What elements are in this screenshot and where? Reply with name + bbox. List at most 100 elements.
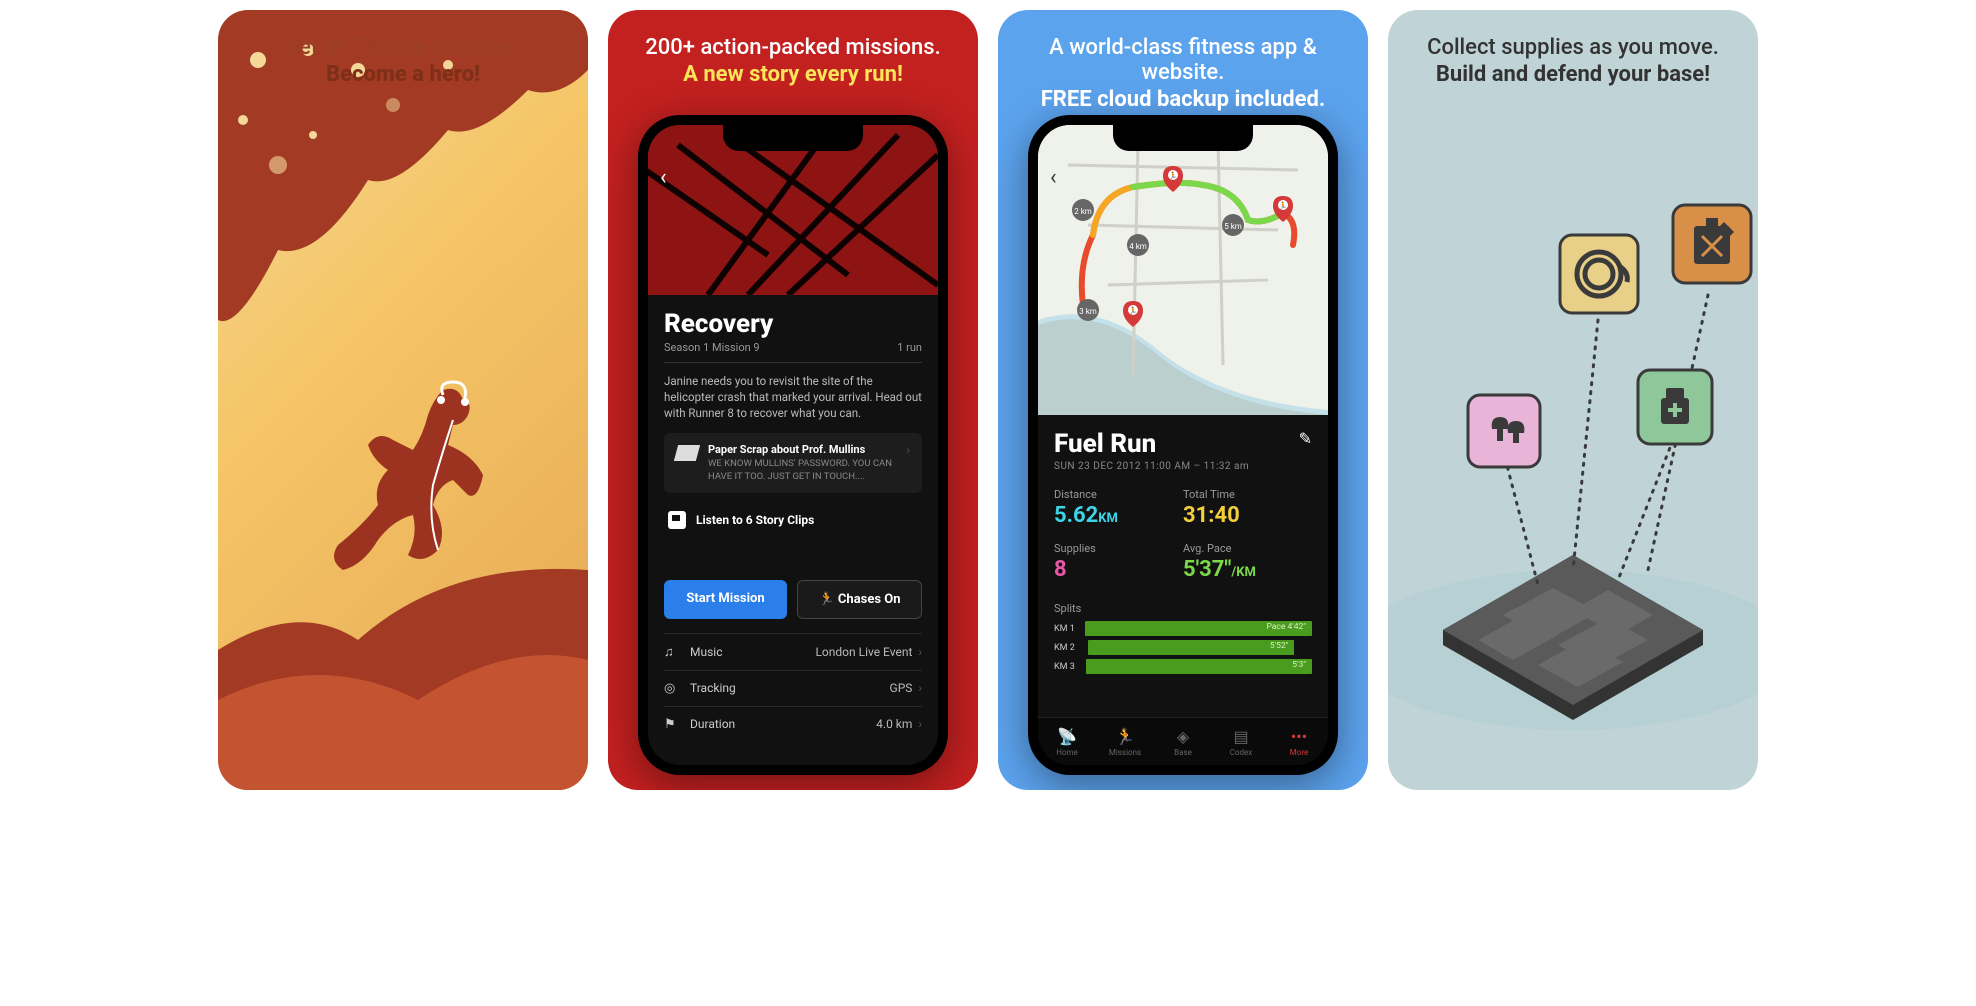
run-title: Fuel Run xyxy=(1054,429,1249,459)
distance-value: 5.62KM xyxy=(1054,503,1183,528)
promo-card-1: Get fit. Escape zombies. Become a hero! xyxy=(218,10,588,790)
split-pace: Pace 4'42" xyxy=(1266,622,1306,632)
svg-text:2 km: 2 km xyxy=(1074,207,1092,216)
mission-title: Recovery xyxy=(664,309,922,339)
distance-label: Distance xyxy=(1054,488,1183,501)
back-button[interactable]: ‹ xyxy=(1050,165,1057,190)
tab-home[interactable]: 📡 Home xyxy=(1038,718,1096,765)
chevron-right-icon: › xyxy=(906,443,910,457)
tab-missions[interactable]: 🏃 Missions xyxy=(1096,718,1154,765)
run-screen: 2 km 4 km 3 km 5 km 🏃 🏃 🏃 ‹ Fuel Run SU xyxy=(1038,125,1328,765)
split-row: KM 2 5'52" xyxy=(1054,640,1312,655)
card2-line2: A new story every run! xyxy=(628,62,958,87)
split-pace: 5'52" xyxy=(1270,641,1289,651)
settings-row[interactable]: ⚑ Duration4.0 km › xyxy=(664,706,922,742)
row-value: GPS xyxy=(890,681,913,695)
run-map[interactable]: 2 km 4 km 3 km 5 km 🏃 🏃 🏃 ‹ xyxy=(1038,125,1328,415)
card3-line1: A world-class fitness app & website. xyxy=(1018,35,1348,85)
card4-line1: Collect supplies as you move. xyxy=(1408,35,1738,60)
paper-icon xyxy=(674,445,700,461)
card2-headline: 200+ action-packed missions. A new story… xyxy=(608,10,978,97)
paper-title: Paper Scrap about Prof. Mullins xyxy=(708,443,896,456)
base-artwork xyxy=(1388,10,1758,790)
paper-scrap-card[interactable]: Paper Scrap about Prof. Mullins WE KNOW … xyxy=(664,433,922,493)
tab-label: Home xyxy=(1056,748,1078,757)
edit-icon[interactable]: ✎ xyxy=(1299,429,1312,448)
settings-row[interactable]: ♫MusicLondon Live Event› xyxy=(664,633,922,670)
split-bar: Pace 4'42" xyxy=(1085,621,1312,636)
chevron-right-icon: › xyxy=(918,681,922,695)
story-clips-row[interactable]: Listen to 6 Story Clips xyxy=(664,505,922,535)
mission-screen: ‹ Recovery Season 1 Mission 9 1 run Jani… xyxy=(648,125,938,765)
tab-icon: 📡 xyxy=(1057,727,1077,746)
time-label: Total Time xyxy=(1183,488,1312,501)
row-label: Duration xyxy=(690,717,876,731)
settings-row[interactable]: ◎TrackingGPS› xyxy=(664,670,922,706)
chevron-right-icon: › xyxy=(918,717,922,731)
mission-desc: Janine needs you to revisit the site of … xyxy=(664,373,922,421)
card1-headline: Get fit. Escape zombies. Become a hero! xyxy=(218,10,588,97)
card4-line2: Build and defend your base! xyxy=(1408,62,1738,87)
svg-text:4 km: 4 km xyxy=(1129,242,1147,251)
phone-frame: 2 km 4 km 3 km 5 km 🏃 🏃 🏃 ‹ Fuel Run SU xyxy=(1028,115,1338,775)
runner-artwork xyxy=(218,10,588,790)
split-bar: 5'52" xyxy=(1088,640,1294,655)
mission-runs: 1 run xyxy=(897,341,922,354)
promo-card-2: 200+ action-packed missions. A new story… xyxy=(608,10,978,790)
tab-icon: 🏃 xyxy=(1115,727,1135,746)
card3-line2: FREE cloud backup included. xyxy=(1018,87,1348,112)
time-value: 31:40 xyxy=(1183,503,1312,528)
pace-label: Avg. Pace xyxy=(1183,542,1312,555)
tab-label: Base xyxy=(1174,748,1192,757)
settings-rows: ♫MusicLondon Live Event›◎TrackingGPS›⚑Du… xyxy=(664,633,922,742)
splits-heading: Splits xyxy=(1054,602,1312,615)
tab-icon: ▤ xyxy=(1233,727,1248,746)
supplies-value: 8 xyxy=(1054,557,1183,582)
svg-text:🏃: 🏃 xyxy=(1129,306,1138,315)
svg-text:🏃: 🏃 xyxy=(1279,201,1288,210)
svg-text:3 km: 3 km xyxy=(1079,307,1097,316)
split-bar: 5'3" xyxy=(1086,659,1312,674)
phone-frame: ‹ Recovery Season 1 Mission 9 1 run Jani… xyxy=(638,115,948,775)
tab-label: Missions xyxy=(1109,748,1141,757)
chat-icon xyxy=(668,511,686,529)
split-km: KM 2 xyxy=(1054,643,1088,653)
svg-text:5 km: 5 km xyxy=(1224,222,1242,231)
run-date: SUN 23 DEC 2012 11:00 AM – 11:32 am xyxy=(1054,461,1249,472)
tab-icon: ◈ xyxy=(1177,727,1189,746)
split-row: KM 1 Pace 4'42" xyxy=(1054,621,1312,636)
paper-body: WE KNOW MULLINS' PASSWORD. YOU CAN HAVE … xyxy=(708,458,896,483)
row-icon: ♫ xyxy=(664,644,680,660)
tab-codex[interactable]: ▤Codex xyxy=(1212,718,1270,765)
card1-line2: Become a hero! xyxy=(238,62,568,87)
card4-headline: Collect supplies as you move. Build and … xyxy=(1388,10,1758,97)
split-km: KM 3 xyxy=(1054,662,1086,672)
tab-icon: ••• xyxy=(1291,727,1307,746)
card2-line1: 200+ action-packed missions. xyxy=(628,35,958,60)
row-value: London Live Event xyxy=(815,645,912,659)
row-icon: ◎ xyxy=(664,681,680,696)
mission-season: Season 1 Mission 9 xyxy=(664,341,760,354)
split-row: KM 3 5'3" xyxy=(1054,659,1312,674)
supplies-label: Supplies xyxy=(1054,542,1183,555)
tab-label: More xyxy=(1290,748,1308,757)
split-pace: 5'3" xyxy=(1292,660,1306,670)
promo-card-4: Collect supplies as you move. Build and … xyxy=(1388,10,1758,790)
start-mission-button[interactable]: Start Mission xyxy=(664,580,787,619)
clips-label: Listen to 6 Story Clips xyxy=(696,513,814,527)
back-button[interactable]: ‹ xyxy=(660,165,667,190)
split-km: KM 1 xyxy=(1054,624,1085,634)
chevron-right-icon: › xyxy=(918,645,922,659)
row-icon: ⚑ xyxy=(664,717,680,732)
svg-text:🏃: 🏃 xyxy=(1169,171,1178,180)
card1-line1: Get fit. Escape zombies. xyxy=(238,35,568,60)
notch xyxy=(1113,125,1253,151)
tab-bar: 📡 Home 🏃 Missions ◈ Base ▤Codex ••• More xyxy=(1038,717,1328,765)
promo-card-3: A world-class fitness app & website. FRE… xyxy=(998,10,1368,790)
tab-more[interactable]: ••• More xyxy=(1270,718,1328,765)
card3-headline: A world-class fitness app & website. FRE… xyxy=(998,10,1368,122)
chases-toggle[interactable]: 🏃 Chases On xyxy=(797,580,922,619)
tab-base[interactable]: ◈ Base xyxy=(1154,718,1212,765)
row-value: 4.0 km xyxy=(876,717,912,731)
pace-value: 5'37"/KM xyxy=(1183,557,1312,582)
